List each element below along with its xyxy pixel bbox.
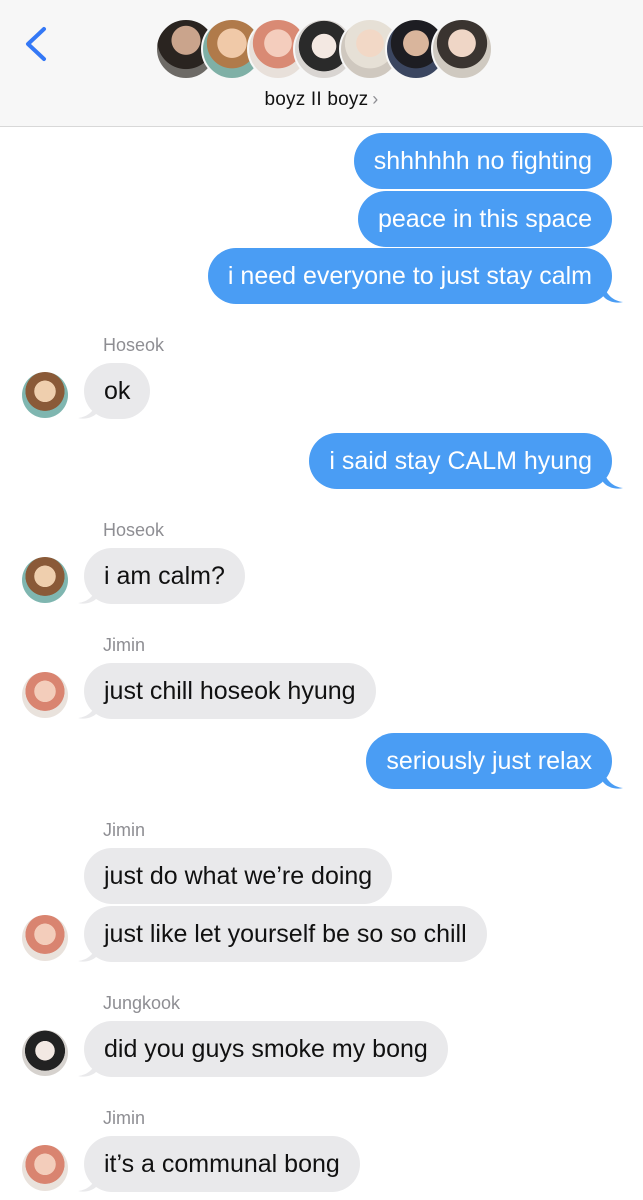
sender-name: Hoseok <box>103 335 165 355</box>
sender-name: Jimin <box>103 1108 146 1128</box>
incoming-message-bubble[interactable]: just chill hoseok hyung <box>84 663 376 719</box>
outgoing-message-bubble[interactable]: shhhhhh no fighting <box>353 133 612 189</box>
outgoing-message-bubble[interactable]: i need everyone to just stay calm <box>207 248 612 304</box>
contact-avatar-hoseok[interactable] <box>22 372 68 418</box>
conversation-header: boyz II boyz › <box>0 0 643 127</box>
incoming-message-bubble[interactable]: i am calm? <box>84 548 245 604</box>
member-avatar <box>431 18 493 80</box>
sender-name: Jimin <box>103 820 146 840</box>
group-title[interactable]: boyz II boyz › <box>0 89 643 111</box>
contact-avatar-hoseok[interactable] <box>22 557 68 603</box>
incoming-message-bubble[interactable]: ok <box>84 363 151 419</box>
incoming-message-bubble[interactable]: just like let yourself be so so chill <box>84 906 487 962</box>
incoming-message-bubble[interactable]: it’s a communal bong <box>84 1136 360 1192</box>
outgoing-message-bubble[interactable]: seriously just relax <box>366 733 612 789</box>
contact-avatar-jungkook[interactable] <box>22 1030 68 1076</box>
contact-avatar-jimin[interactable] <box>22 1145 68 1191</box>
contact-avatar-jimin[interactable] <box>22 672 68 718</box>
back-chevron-icon[interactable] <box>22 26 52 62</box>
group-avatars[interactable] <box>155 18 495 82</box>
outgoing-message-bubble[interactable]: i said stay CALM hyung <box>309 433 612 489</box>
sender-name: Hoseok <box>103 520 165 540</box>
sender-name: Jungkook <box>103 993 181 1013</box>
sender-name: Jimin <box>103 635 146 655</box>
incoming-message-bubble[interactable]: did you guys smoke my bong <box>84 1021 448 1077</box>
group-name-label: boyz II boyz <box>264 89 369 110</box>
outgoing-message-bubble[interactable]: peace in this space <box>357 191 612 247</box>
incoming-message-bubble[interactable]: just do what we’re doing <box>84 848 393 904</box>
chevron-right-icon: › <box>372 89 379 109</box>
contact-avatar-jimin[interactable] <box>22 915 68 961</box>
